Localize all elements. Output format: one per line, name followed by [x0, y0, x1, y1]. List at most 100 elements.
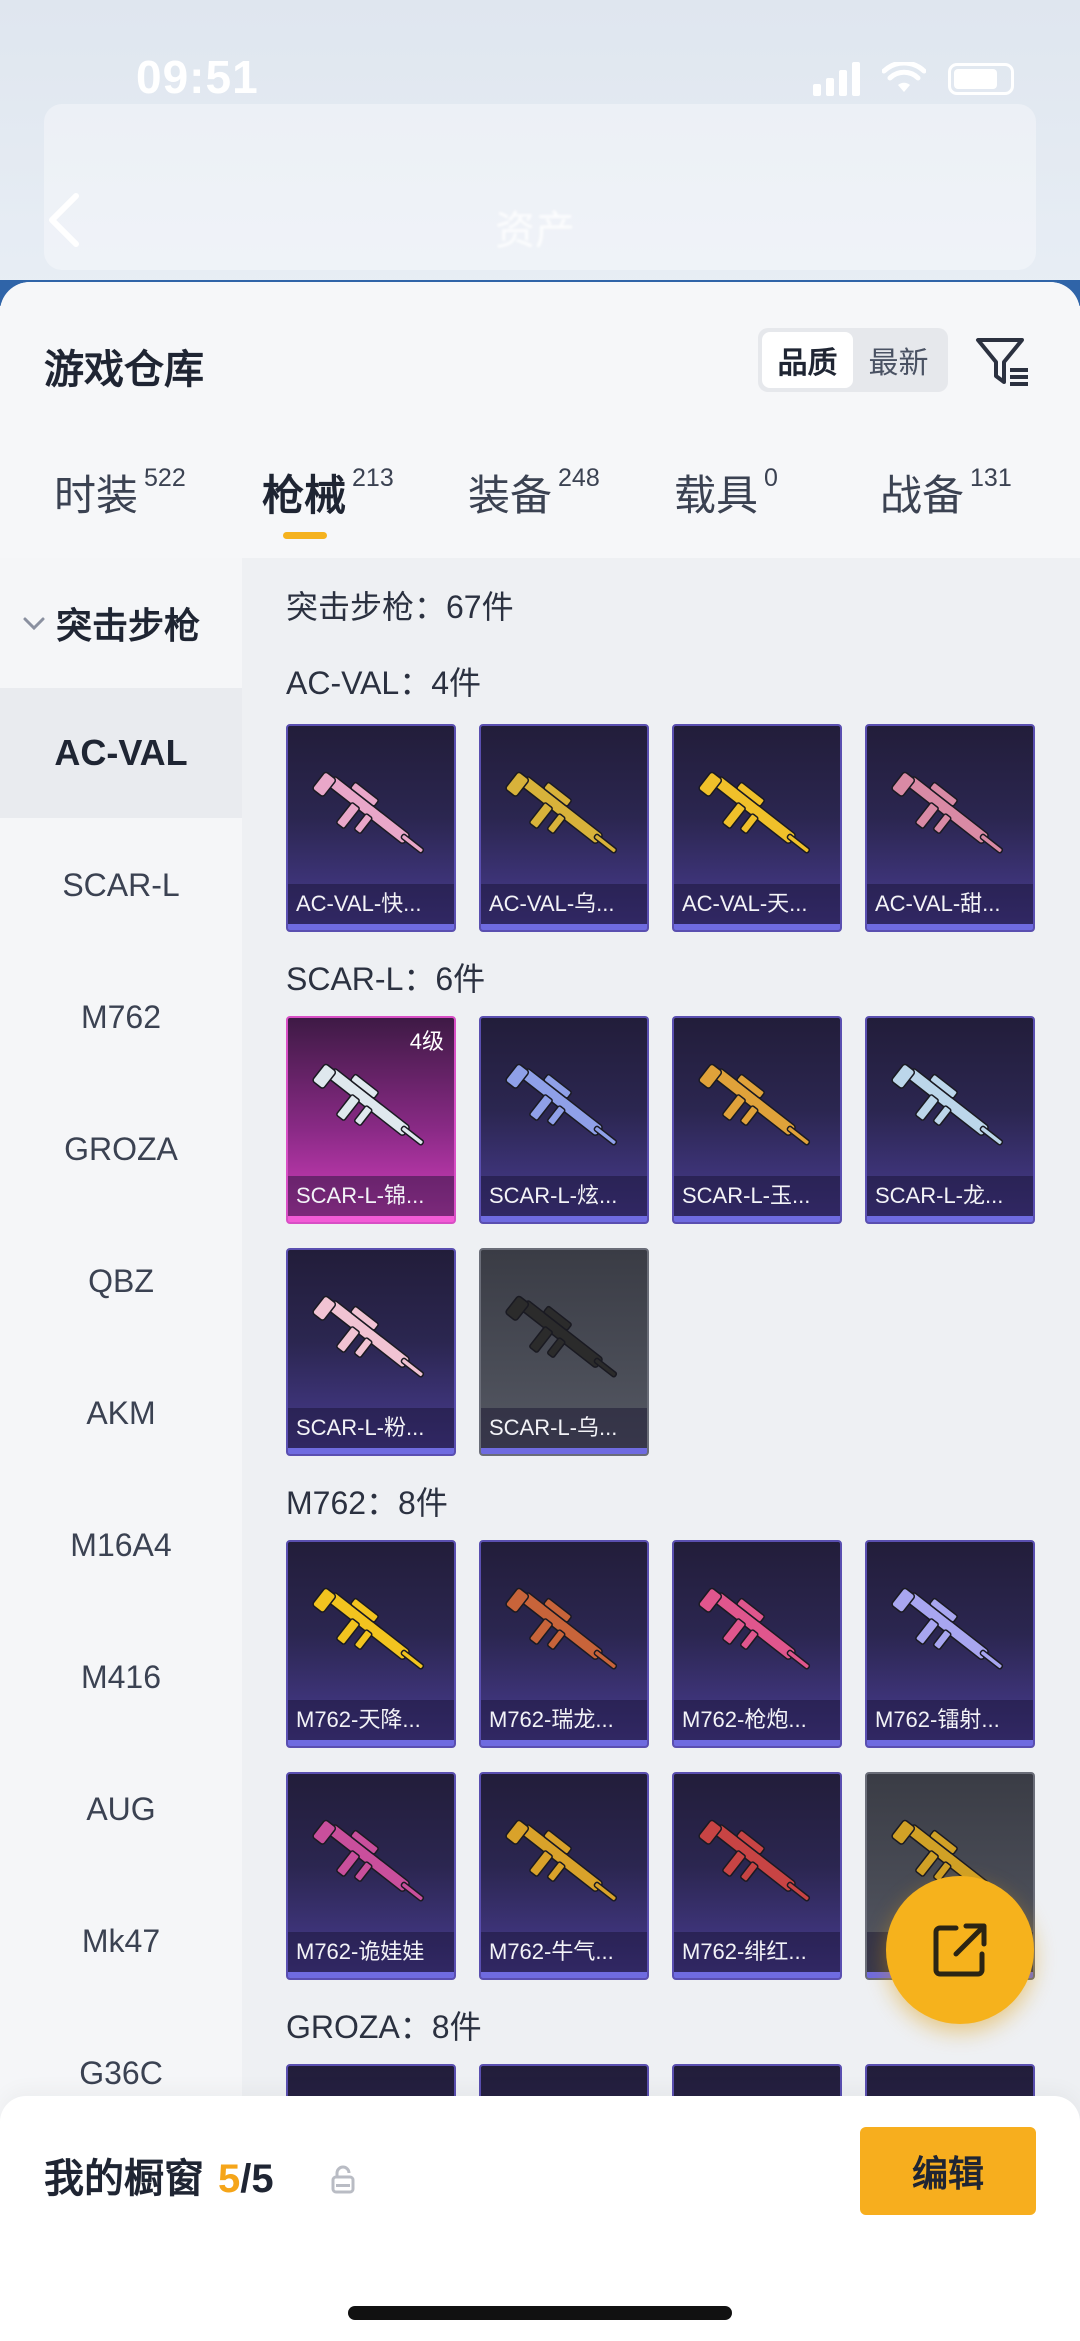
weapon-name: SCAR-L-龙...: [867, 1176, 1033, 1216]
tab-count: 522: [144, 464, 186, 492]
sort-segmented-control: 品质 最新: [758, 328, 948, 392]
tab-label: 装备: [468, 472, 553, 519]
wifi-icon: [882, 62, 926, 92]
home-indicator: [348, 2306, 732, 2320]
sidebar-item-akm[interactable]: AKM: [0, 1348, 242, 1478]
share-icon: [933, 1923, 987, 1977]
weapon-card[interactable]: M762-天降...: [286, 1540, 456, 1748]
weapon-name: SCAR-L-乌...: [481, 1408, 647, 1448]
weapon-name: M762-绯红...: [674, 1932, 840, 1972]
edit-button[interactable]: 编辑: [860, 2127, 1036, 2215]
weapon-card[interactable]: SCAR-L-炫...: [479, 1016, 649, 1224]
filter-icon[interactable]: [972, 330, 1032, 390]
showcase-title-group: 我的橱窗 5 /5: [44, 2146, 274, 2204]
weapon-card[interactable]: SCAR-L-乌...: [479, 1248, 649, 1456]
weapon-name: SCAR-L-粉...: [288, 1408, 454, 1448]
weapon-card[interactable]: M762-镭射...: [865, 1540, 1035, 1748]
sidebar-item-m16a4[interactable]: M16A4: [0, 1480, 242, 1610]
tab-count: 248: [558, 464, 600, 492]
chevron-down-icon: [23, 617, 45, 631]
sidebar-item-m762[interactable]: M762: [0, 952, 242, 1082]
rifle-icon: [505, 1295, 618, 1378]
weapon-name: M762-牛气...: [481, 1932, 647, 1972]
back-icon[interactable]: [44, 190, 84, 250]
tab-tactical[interactable]: 战备 131: [880, 462, 1012, 523]
weapon-name: AC-VAL-甜...: [867, 884, 1033, 924]
weapon-name: SCAR-L-锦...: [288, 1176, 454, 1216]
rifle-icon: [312, 1587, 425, 1670]
tab-count: 213: [352, 464, 394, 492]
weapon-sidebar: 突击步枪 AC-VAL SCAR-L M762 GROZA QBZ AKM M1…: [0, 558, 242, 2341]
weapon-card[interactable]: SCAR-L-粉...: [286, 1248, 456, 1456]
section-title-scar-l: SCAR-L：6件: [286, 961, 486, 997]
weapon-name: M762-瑞龙...: [481, 1700, 647, 1740]
weapon-card[interactable]: 4级 SCAR-L-锦...: [286, 1016, 456, 1224]
tab-label: 战备: [880, 472, 965, 519]
weapon-card[interactable]: M762-瑞龙...: [479, 1540, 649, 1748]
sort-option-latest[interactable]: 最新: [853, 332, 944, 388]
weapon-card[interactable]: SCAR-L-龙...: [865, 1016, 1035, 1224]
rifle-icon: [312, 1819, 425, 1902]
rifle-icon: [698, 1587, 811, 1670]
weapon-card[interactable]: M762-枪炮...: [672, 1540, 842, 1748]
weapon-card[interactable]: AC-VAL-快...: [286, 724, 456, 932]
weapon-name: SCAR-L-玉...: [674, 1176, 840, 1216]
sidebar-item-scar-l[interactable]: SCAR-L: [0, 820, 242, 950]
tab-count: 0: [764, 464, 778, 492]
rifle-icon: [891, 1063, 1004, 1146]
sheet-header: 游戏仓库 品质 最新 时装 522 枪械 213 装备 248 载具 0 战备 …: [0, 282, 1080, 558]
lock-icon: [331, 2165, 355, 2194]
rifle-icon: [698, 1819, 811, 1902]
weapon-card[interactable]: AC-VAL-甜...: [865, 724, 1035, 932]
weapon-card[interactable]: M762-绯红...: [672, 1772, 842, 1980]
weapon-card[interactable]: SCAR-L-玉...: [672, 1016, 842, 1224]
weapon-card[interactable]: M762-牛气...: [479, 1772, 649, 1980]
tab-equipment[interactable]: 装备 248: [468, 462, 600, 523]
weapon-name: M762-诡娃娃: [288, 1932, 454, 1972]
warehouse-sheet: 游戏仓库 品质 最新 时装 522 枪械 213 装备 248 载具 0 战备 …: [0, 282, 1080, 2341]
tab-label: 枪械: [262, 472, 347, 519]
rifle-icon: [891, 771, 1004, 854]
sidebar-item-mk47[interactable]: Mk47: [0, 1876, 242, 2006]
section-title-groza: GROZA：8件: [286, 2009, 482, 2045]
share-button[interactable]: [886, 1876, 1034, 2024]
tab-label: 载具: [674, 472, 759, 519]
rifle-icon: [505, 1819, 618, 1902]
weapon-level-badge: 4级: [409, 1029, 444, 1054]
status-time: 09:51: [136, 51, 259, 103]
tab-count: 131: [970, 464, 1012, 492]
showcase-count: 5: [218, 2157, 241, 2201]
weapon-grid: 突击步枪：67件 AC-VAL：4件 AC-VAL-快... AC-VAL-乌.…: [242, 558, 1080, 2341]
sidebar-item-m416[interactable]: M416: [0, 1612, 242, 1742]
weapon-name: M762-枪炮...: [674, 1700, 840, 1740]
weapon-name: AC-VAL-快...: [288, 884, 454, 924]
weapon-card[interactable]: AC-VAL-乌...: [479, 724, 649, 932]
signal-icon: [813, 62, 860, 96]
tab-label: 时装: [54, 472, 139, 519]
weapon-card[interactable]: M762-诡娃娃: [286, 1772, 456, 1980]
sidebar-category[interactable]: 突击步枪: [0, 558, 242, 688]
sidebar-item-aug[interactable]: AUG: [0, 1744, 242, 1874]
tab-fashion[interactable]: 时装 522: [54, 462, 186, 523]
category-tabs: 时装 522 枪械 213 装备 248 载具 0 战备 131: [0, 462, 1080, 542]
rifle-icon: [312, 771, 425, 854]
rifle-icon: [312, 1063, 425, 1146]
rifle-icon: [505, 771, 618, 854]
showcase-total: /5: [240, 2157, 274, 2201]
sidebar-item-groza[interactable]: GROZA: [0, 1084, 242, 1214]
header-title: 资产: [495, 209, 575, 253]
summary-count: 突击步枪：67件: [286, 589, 514, 625]
weapon-card[interactable]: AC-VAL-天...: [672, 724, 842, 932]
tab-firearms[interactable]: 枪械 213: [262, 462, 394, 523]
weapon-name: SCAR-L-炫...: [481, 1176, 647, 1216]
section-title-m762: M762：8件: [286, 1485, 448, 1521]
tab-vehicles[interactable]: 载具 0: [674, 462, 778, 523]
rifle-icon: [891, 1587, 1004, 1670]
rifle-icon: [698, 1063, 811, 1146]
section-title-ac-val: AC-VAL：4件: [286, 665, 482, 701]
sidebar-item-qbz[interactable]: QBZ: [0, 1216, 242, 1346]
sidebar-category-label: 突击步枪: [56, 605, 201, 646]
warehouse-title: 游戏仓库: [44, 348, 204, 392]
sidebar-item-ac-val[interactable]: AC-VAL: [0, 688, 242, 818]
sort-option-quality[interactable]: 品质: [762, 332, 853, 388]
